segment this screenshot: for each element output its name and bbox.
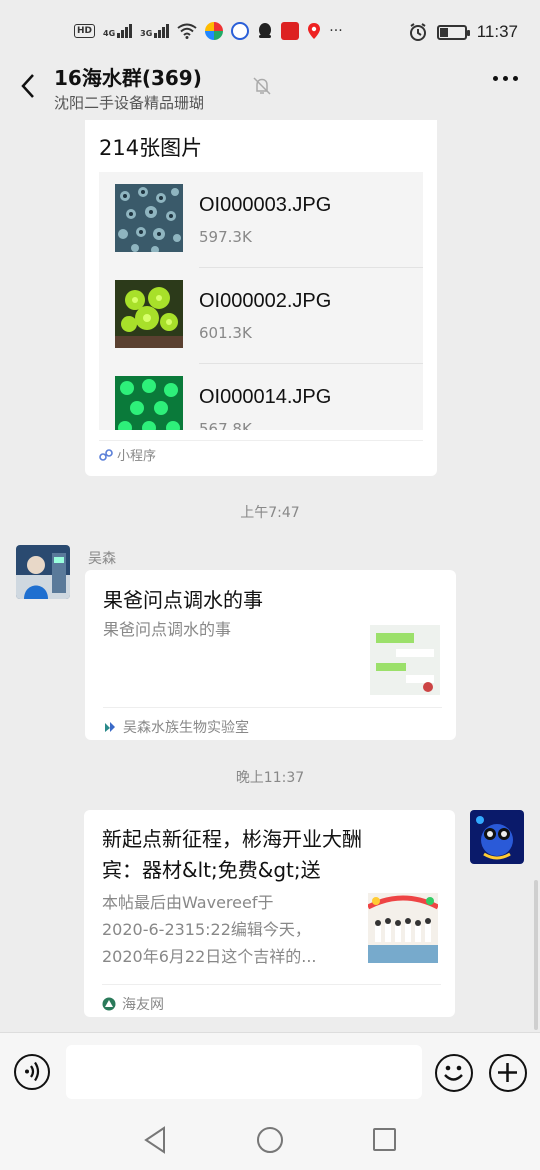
- mini-program-footer: 小程序: [99, 440, 423, 464]
- mini-program-icon: [99, 448, 113, 461]
- voice-icon: [25, 1061, 40, 1082]
- input-bar: [0, 1032, 540, 1112]
- sender-name: 吴森: [88, 551, 116, 567]
- avatar-image: [470, 810, 524, 864]
- signal-3g-icon: 3G: [140, 24, 170, 38]
- avatar-image: [16, 545, 70, 599]
- more-functions-button[interactable]: [489, 1054, 527, 1092]
- signal-4g-icon: 4G: [103, 24, 133, 38]
- link-source: 海友网: [102, 984, 441, 1014]
- timestamp: 上午7:47: [240, 505, 300, 521]
- battery-icon: [436, 24, 470, 40]
- nav-recents-icon[interactable]: [373, 1128, 396, 1151]
- link-source: 吴森水族生物实验室: [103, 707, 442, 737]
- scrollbar[interactable]: [534, 880, 538, 1030]
- list-item[interactable]: OI000003.JPG 597.3K: [99, 172, 423, 268]
- hd-badge: HD: [74, 24, 96, 38]
- mute-bell-icon: [253, 77, 271, 95]
- chat-subtitle: 沈阳二手设备精品珊瑚: [54, 94, 205, 112]
- wifi-icon: [177, 23, 197, 39]
- message-list[interactable]: 214张图片 OI000003.JPG 597.3K OI000002.JPG …: [0, 120, 540, 1032]
- back-button[interactable]: [14, 70, 42, 102]
- chevron-left-icon: [21, 74, 34, 98]
- plus-icon: [498, 1063, 517, 1082]
- avatar[interactable]: [470, 810, 524, 864]
- link-title-line-1: 新起点新征程，彬海开业大酬: [102, 827, 362, 851]
- link-description-line-1: 本帖最后由Wavereef于: [102, 893, 274, 912]
- qq-icon: [259, 23, 272, 38]
- list-item[interactable]: OI000014.JPG 567.8K: [99, 364, 423, 430]
- link-description-line-3: 2020年6月22日这个吉祥的...: [102, 947, 317, 966]
- voice-input-button[interactable]: [14, 1054, 50, 1090]
- source-name: 吴森水族生物实验室: [123, 720, 249, 736]
- message-input[interactable]: [66, 1045, 422, 1099]
- sport-app-icon: [281, 22, 300, 40]
- link-title-line-2: 宾：器材&lt;免费&gt;送: [102, 858, 321, 882]
- official-account-icon: [105, 722, 115, 732]
- alarm-icon: [409, 23, 426, 41]
- baidu-icon: [231, 22, 250, 40]
- app-notification-icon: [205, 22, 224, 40]
- file-size: 567.8K: [199, 420, 252, 430]
- link-card[interactable]: 新起点新征程，彬海开业大酬 宾：器材&lt;免费&gt;送 本帖最后由Waver…: [84, 810, 455, 1017]
- file-name: OI000003.JPG: [199, 194, 332, 216]
- link-description: 果爸问点调水的事: [103, 620, 232, 639]
- link-thumbnail-image: [370, 625, 440, 695]
- coral-thumbnail-image: [115, 376, 183, 430]
- more-options-button[interactable]: [493, 76, 518, 81]
- site-logo-icon: [102, 997, 116, 1011]
- coral-thumbnail-image: [115, 280, 183, 348]
- chat-header: 16海水群(369) 沈阳二手设备精品珊瑚: [0, 62, 540, 120]
- coral-thumbnail-image: [115, 184, 183, 252]
- clock-time: 11:37: [476, 22, 518, 41]
- avatar[interactable]: [16, 545, 70, 599]
- source-name: 海友网: [122, 997, 164, 1013]
- mini-program-title: 214张图片: [99, 136, 203, 160]
- system-navigation-bar: [0, 1112, 540, 1170]
- list-item[interactable]: OI000002.JPG 601.3K: [99, 268, 423, 364]
- emoji-icon: [444, 1065, 463, 1081]
- link-card[interactable]: 果爸问点调水的事 果爸问点调水的事 吴森水族生物实验室: [85, 570, 456, 740]
- mini-program-label: 小程序: [117, 449, 157, 464]
- nav-back-icon[interactable]: [143, 1126, 167, 1154]
- link-description-line-2: 2020-6-2315:22编辑今天，: [102, 920, 311, 939]
- file-size: 597.3K: [199, 228, 252, 246]
- file-name: OI000014.JPG: [199, 386, 332, 408]
- status-bar: HD 4G 3G ··· 11:37: [0, 0, 540, 62]
- chat-title: 16海水群(369): [54, 66, 202, 90]
- status-icons-left: HD 4G 3G ···: [74, 22, 343, 40]
- link-title: 果爸问点调水的事: [103, 588, 263, 612]
- location-pin-icon: [308, 23, 321, 39]
- file-size: 601.3K: [199, 324, 252, 342]
- mini-program-card[interactable]: 214张图片 OI000003.JPG 597.3K OI000002.JPG …: [85, 120, 437, 476]
- nav-home-icon[interactable]: [257, 1127, 283, 1153]
- file-name: OI000002.JPG: [199, 290, 332, 312]
- timestamp: 晚上11:37: [235, 770, 305, 786]
- emoji-button[interactable]: [435, 1054, 473, 1092]
- file-list: OI000003.JPG 597.3K OI000002.JPG 601.3K …: [99, 172, 423, 430]
- link-thumbnail-image: [368, 893, 438, 963]
- more-status-icon: ···: [329, 23, 343, 39]
- status-icons-right: 11:37: [409, 22, 518, 42]
